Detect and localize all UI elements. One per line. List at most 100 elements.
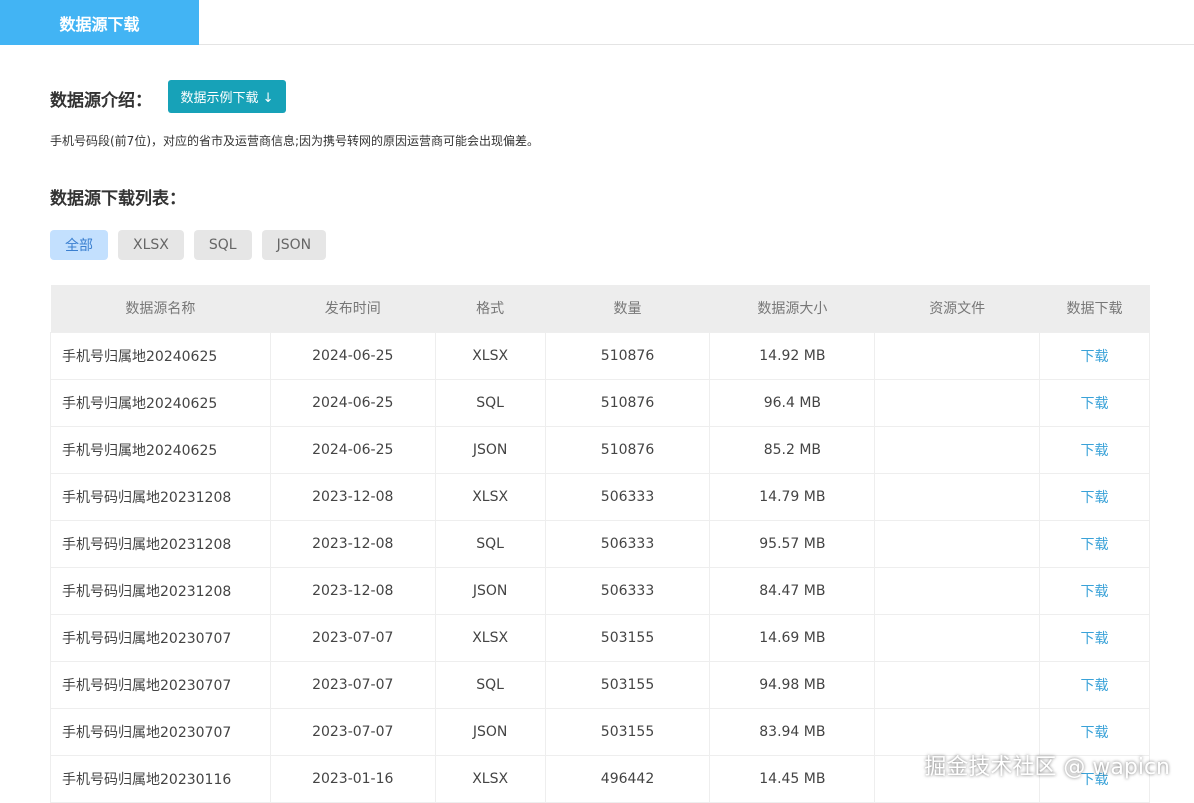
table-cell: 506333 bbox=[545, 520, 710, 567]
table-cell: 83.94 MB bbox=[710, 708, 875, 755]
table-cell: 2023-12-08 bbox=[270, 567, 435, 614]
table-cell: 2023-07-07 bbox=[270, 661, 435, 708]
table-cell: 手机号码归属地20230707 bbox=[51, 614, 271, 661]
table-cell: 14.92 MB bbox=[710, 332, 875, 379]
filter-all[interactable]: 全部 bbox=[50, 230, 108, 260]
column-header: 格式 bbox=[435, 285, 545, 332]
table-row: 手机号码归属地202307072023-07-07XLSX50315514.69… bbox=[51, 614, 1150, 661]
table-cell: 2023-01-16 bbox=[270, 755, 435, 802]
download-link[interactable]: 下载 bbox=[1081, 631, 1109, 647]
top-bar: 数据源下载 bbox=[0, 0, 1194, 45]
table-cell: 503155 bbox=[545, 661, 710, 708]
table-cell: 510876 bbox=[545, 332, 710, 379]
sample-download-button[interactable]: 数据示例下载 ↓ bbox=[168, 80, 286, 113]
download-cell: 下载 bbox=[1040, 708, 1150, 755]
download-cell: 下载 bbox=[1040, 426, 1150, 473]
table-cell: 14.69 MB bbox=[710, 614, 875, 661]
table-cell: SQL bbox=[435, 661, 545, 708]
table-cell: XLSX bbox=[435, 332, 545, 379]
table-cell: 95.57 MB bbox=[710, 520, 875, 567]
watermark: 掘金技术社区 @ wapicn bbox=[924, 749, 1170, 781]
table-row: 手机号归属地202406252024-06-25SQL51087696.4 MB… bbox=[51, 379, 1150, 426]
table-cell: 496442 bbox=[545, 755, 710, 802]
table-row: 手机号码归属地202307072023-07-07SQL50315594.98 … bbox=[51, 661, 1150, 708]
column-header: 数据源大小 bbox=[710, 285, 875, 332]
download-link[interactable]: 下载 bbox=[1081, 490, 1109, 506]
table-cell: 手机号码归属地20231208 bbox=[51, 520, 271, 567]
table-cell bbox=[875, 332, 1040, 379]
table-cell: 506333 bbox=[545, 567, 710, 614]
table-cell: 14.45 MB bbox=[710, 755, 875, 802]
table-row: 手机号归属地202406252024-06-25XLSX51087614.92 … bbox=[51, 332, 1150, 379]
table-cell bbox=[875, 379, 1040, 426]
download-cell: 下载 bbox=[1040, 661, 1150, 708]
table-row: 手机号码归属地202312082023-12-08JSON50633384.47… bbox=[51, 567, 1150, 614]
table-cell: XLSX bbox=[435, 614, 545, 661]
intro-heading: 数据源介绍： bbox=[50, 86, 152, 111]
table-cell: 2023-12-08 bbox=[270, 473, 435, 520]
download-cell: 下载 bbox=[1040, 332, 1150, 379]
table-cell bbox=[875, 614, 1040, 661]
table-row: 手机号码归属地202307072023-07-07JSON50315583.94… bbox=[51, 708, 1150, 755]
table-cell: 94.98 MB bbox=[710, 661, 875, 708]
table-cell: 手机号码归属地20231208 bbox=[51, 473, 271, 520]
download-link[interactable]: 下载 bbox=[1081, 443, 1109, 459]
table-cell: 手机号码归属地20231208 bbox=[51, 567, 271, 614]
table-cell: 85.2 MB bbox=[710, 426, 875, 473]
table-cell: 2024-06-25 bbox=[270, 379, 435, 426]
table-cell bbox=[875, 661, 1040, 708]
column-header: 数量 bbox=[545, 285, 710, 332]
table-cell: 手机号归属地20240625 bbox=[51, 426, 271, 473]
table-cell: 手机号码归属地20230707 bbox=[51, 661, 271, 708]
table-cell: 510876 bbox=[545, 426, 710, 473]
table-cell: 2024-06-25 bbox=[270, 332, 435, 379]
table-cell: 84.47 MB bbox=[710, 567, 875, 614]
table-cell: JSON bbox=[435, 708, 545, 755]
column-header: 资源文件 bbox=[875, 285, 1040, 332]
table-cell: SQL bbox=[435, 379, 545, 426]
table-cell: 96.4 MB bbox=[710, 379, 875, 426]
column-header: 发布时间 bbox=[270, 285, 435, 332]
table-cell: JSON bbox=[435, 426, 545, 473]
download-cell: 下载 bbox=[1040, 567, 1150, 614]
table-cell: 503155 bbox=[545, 708, 710, 755]
table-cell: 14.79 MB bbox=[710, 473, 875, 520]
table-cell: JSON bbox=[435, 567, 545, 614]
download-cell: 下载 bbox=[1040, 473, 1150, 520]
download-cell: 下载 bbox=[1040, 520, 1150, 567]
format-filters: 全部 XLSX SQL JSON bbox=[50, 230, 326, 260]
table-cell: 2023-07-07 bbox=[270, 614, 435, 661]
table-cell: 手机号码归属地20230707 bbox=[51, 708, 271, 755]
filter-json[interactable]: JSON bbox=[262, 230, 327, 260]
tab-data-download[interactable]: 数据源下载 bbox=[0, 0, 199, 45]
table-cell: 510876 bbox=[545, 379, 710, 426]
table-cell bbox=[875, 473, 1040, 520]
table-row: 手机号码归属地202312082023-12-08SQL50633395.57 … bbox=[51, 520, 1150, 567]
download-link[interactable]: 下载 bbox=[1081, 396, 1109, 412]
filter-xlsx[interactable]: XLSX bbox=[118, 230, 184, 260]
table-cell: 2024-06-25 bbox=[270, 426, 435, 473]
download-link[interactable]: 下载 bbox=[1081, 725, 1109, 741]
table-cell: 2023-07-07 bbox=[270, 708, 435, 755]
table-cell: 手机号归属地20240625 bbox=[51, 332, 271, 379]
description: 手机号码段(前7位)，对应的省市及运营商信息;因为携号转网的原因运营商可能会出现… bbox=[50, 132, 539, 149]
list-heading: 数据源下载列表： bbox=[50, 184, 186, 209]
table-cell: XLSX bbox=[435, 473, 545, 520]
data-table: 数据源名称发布时间格式数量数据源大小资源文件数据下载 手机号归属地2024062… bbox=[50, 285, 1150, 803]
download-link[interactable]: 下载 bbox=[1081, 537, 1109, 553]
table-cell bbox=[875, 520, 1040, 567]
table-cell: 手机号归属地20240625 bbox=[51, 379, 271, 426]
table-cell: 手机号码归属地20230116 bbox=[51, 755, 271, 802]
column-header: 数据下载 bbox=[1040, 285, 1150, 332]
download-link[interactable]: 下载 bbox=[1081, 584, 1109, 600]
download-link[interactable]: 下载 bbox=[1081, 349, 1109, 365]
column-header: 数据源名称 bbox=[51, 285, 271, 332]
table-row: 手机号码归属地202312082023-12-08XLSX50633314.79… bbox=[51, 473, 1150, 520]
download-link[interactable]: 下载 bbox=[1081, 678, 1109, 694]
table-cell: 503155 bbox=[545, 614, 710, 661]
table-cell: 506333 bbox=[545, 473, 710, 520]
filter-sql[interactable]: SQL bbox=[194, 230, 252, 260]
table-cell bbox=[875, 708, 1040, 755]
download-cell: 下载 bbox=[1040, 614, 1150, 661]
table-cell bbox=[875, 426, 1040, 473]
